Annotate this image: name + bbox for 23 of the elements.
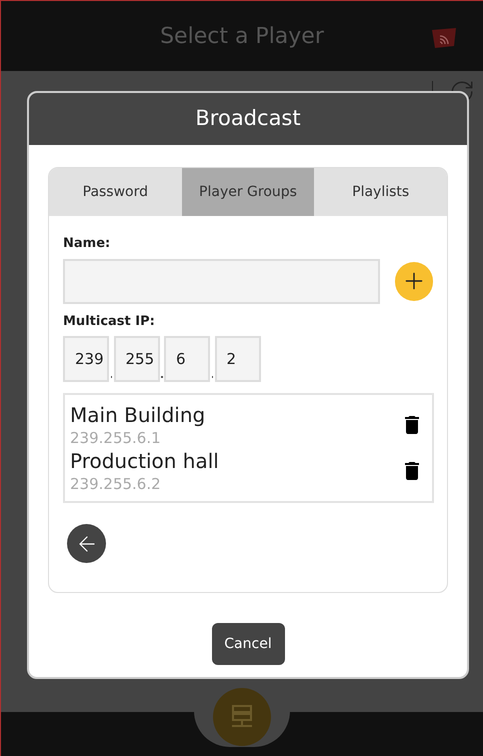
ip-octet-field[interactable]: 6	[164, 336, 210, 382]
ip-octet-field[interactable]: 2	[214, 336, 260, 382]
header-title: Select a Player	[160, 22, 324, 50]
field-label: Name:	[63, 235, 112, 253]
tab[interactable]: Player Groups	[182, 168, 314, 216]
server-icon	[230, 704, 254, 730]
cast-icon[interactable]	[429, 27, 459, 49]
group-name: Production hall	[70, 448, 219, 474]
group-item[interactable]: Main Building 239.255.6.1	[70, 402, 427, 448]
back-button[interactable]	[67, 524, 106, 563]
dialog-title: Broadcast	[195, 105, 301, 132]
add-button[interactable]	[394, 262, 433, 300]
cancel-button[interactable]: Cancel	[212, 623, 284, 665]
ip-octet-field[interactable]: 239	[63, 336, 109, 382]
ip-octet-field[interactable]: 255	[114, 336, 160, 382]
tab[interactable]: Playlists	[314, 168, 447, 216]
field-label: Multicast IP:	[63, 312, 156, 330]
tab[interactable]: Password	[49, 168, 182, 216]
group-ip: 239.255.6.2	[70, 474, 162, 494]
group-item[interactable]: Production hall 239.255.6.2	[70, 448, 427, 494]
name-field[interactable]	[63, 258, 380, 304]
group-name: Main Building	[70, 402, 206, 428]
group-ip: 239.255.6.1	[70, 428, 162, 448]
